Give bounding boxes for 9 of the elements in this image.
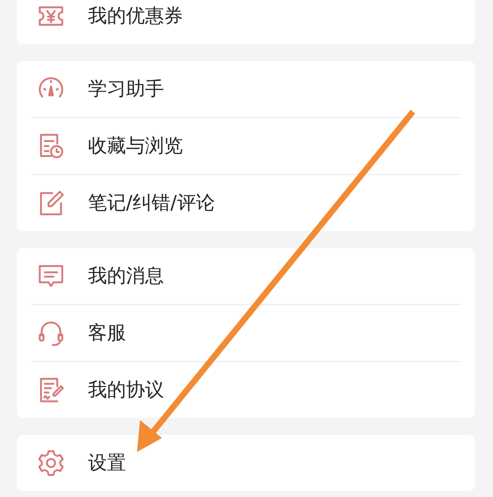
- menu-item-label[interactable]: 收藏与浏览: [88, 133, 183, 159]
- menu-item-label[interactable]: 我的消息: [88, 263, 164, 289]
- menu-item-label[interactable]: 我的协议: [88, 377, 164, 403]
- menu-item-label[interactable]: 学习助手: [88, 76, 164, 102]
- menu-item-label[interactable]: 我的优惠券: [88, 3, 183, 29]
- menu-item-label[interactable]: 客服: [88, 320, 126, 346]
- gear-icon: [36, 448, 66, 478]
- menu-item-label[interactable]: 笔记/纠错/评论: [88, 190, 215, 216]
- menu-item-label[interactable]: 设置: [88, 450, 126, 476]
